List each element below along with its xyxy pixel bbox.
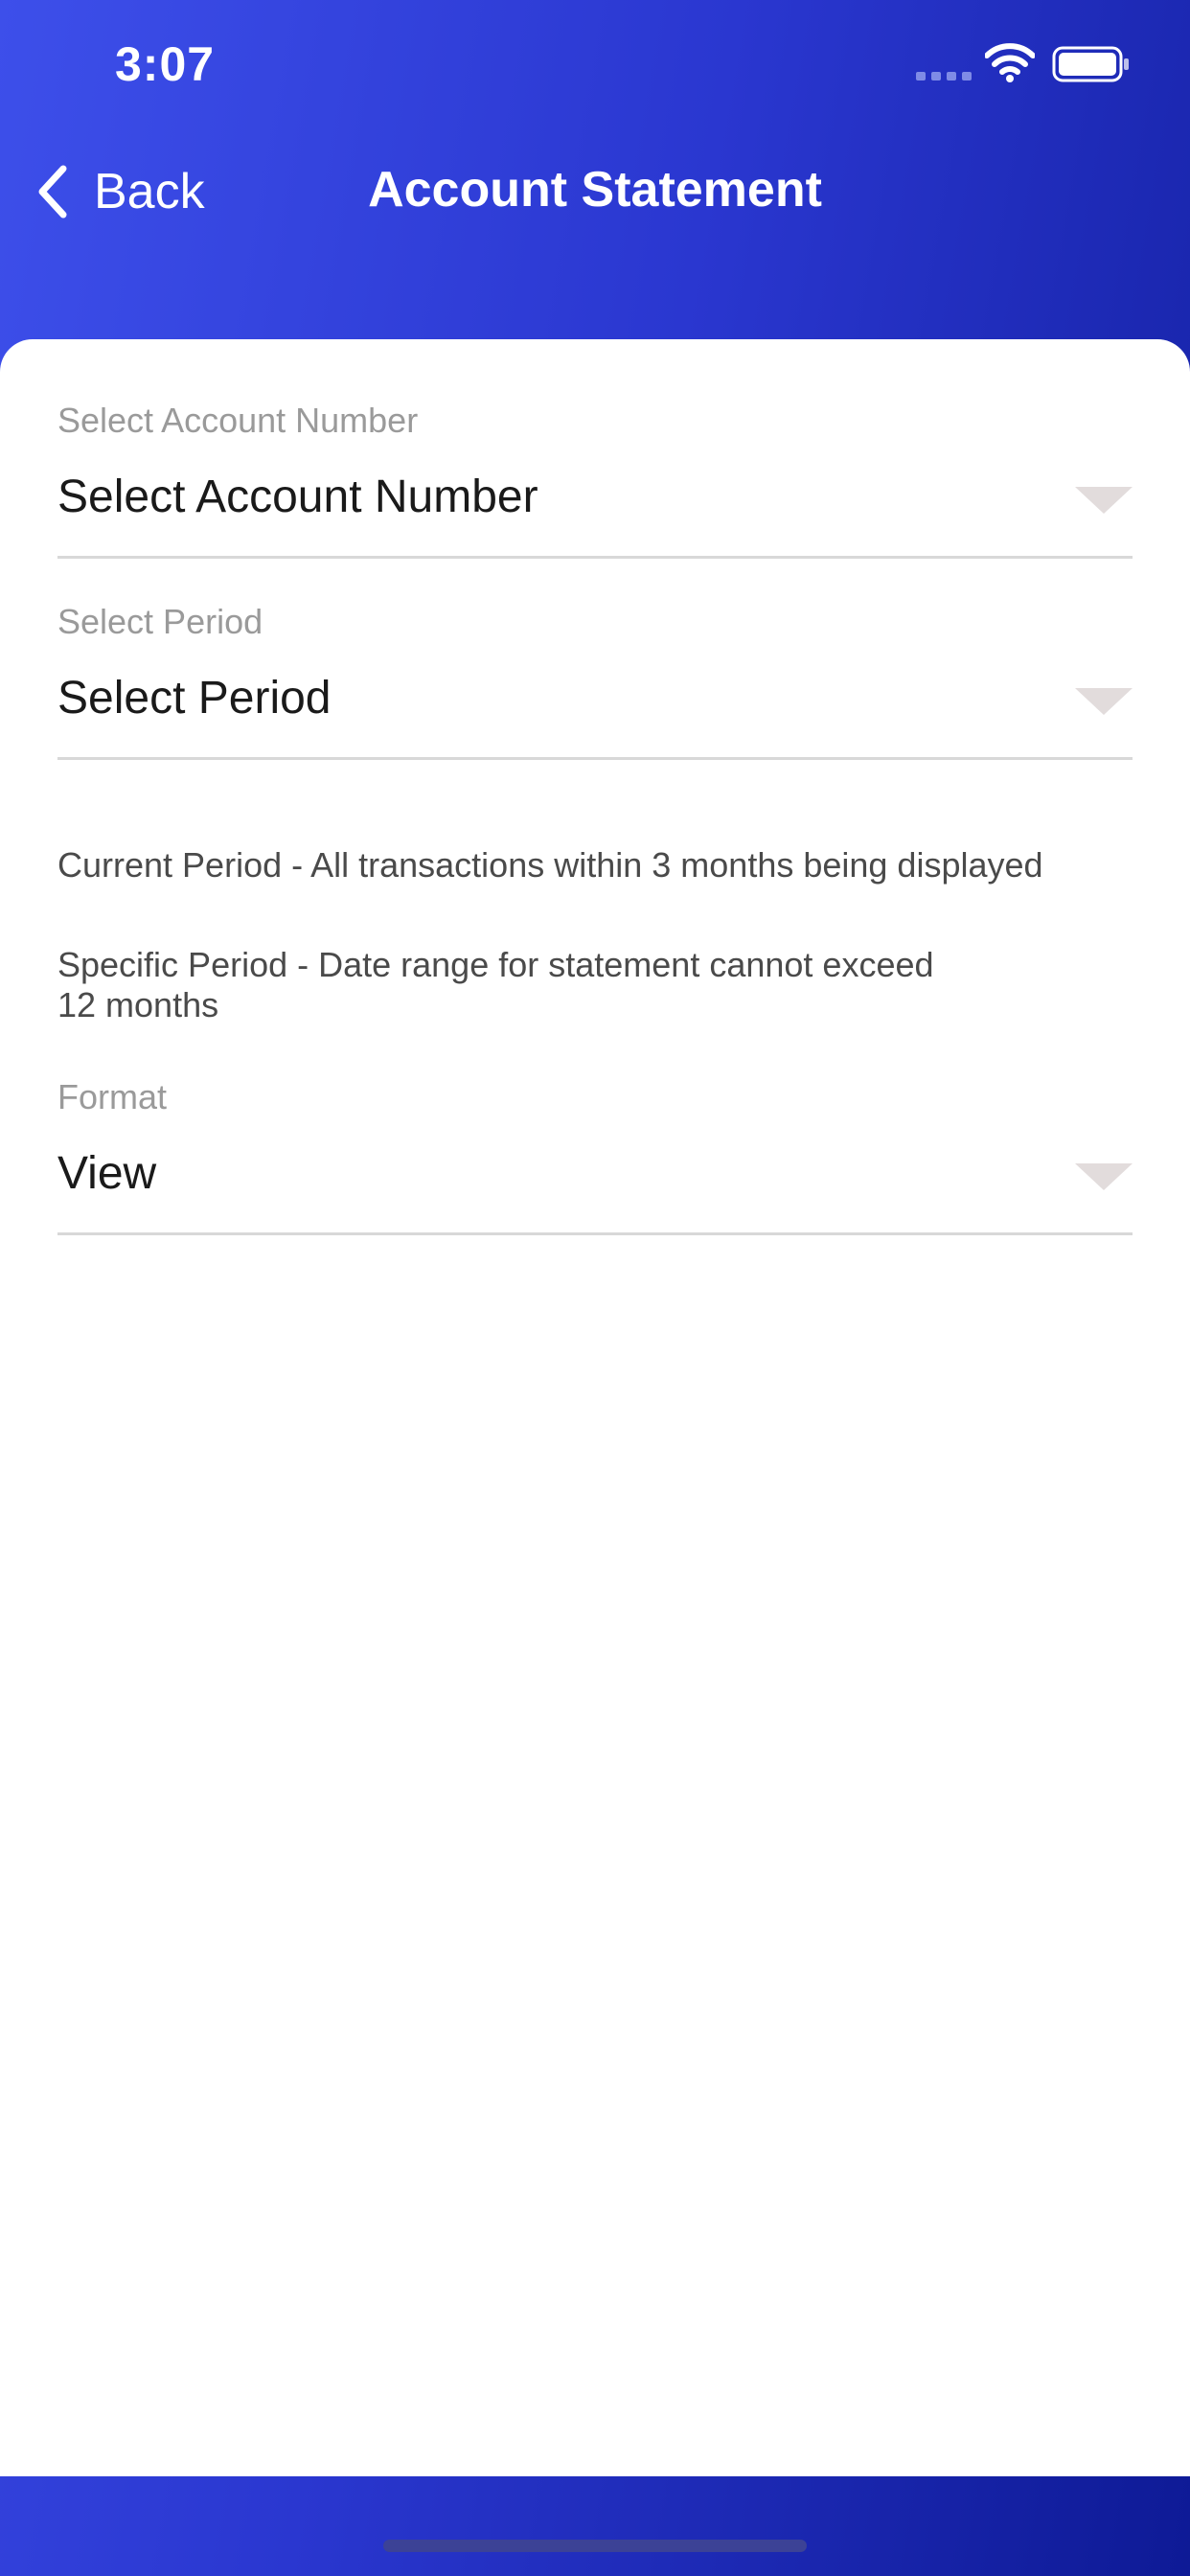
dropdown-triangle-icon (1075, 487, 1133, 514)
page-title: Account Statement (368, 162, 822, 218)
wifi-icon (985, 43, 1035, 82)
navigation-bar: Back Account Statement (0, 134, 1190, 249)
cellular-signal-icon (916, 72, 972, 80)
format-select[interactable]: View (57, 1142, 1133, 1235)
specific-period-info-line2: 12 months (57, 985, 219, 1024)
account-number-select[interactable]: Select Account Number (57, 466, 1133, 559)
account-number-label: Select Account Number (57, 401, 419, 440)
specific-period-info: Specific Period - Date range for stateme… (57, 945, 1150, 1025)
status-time: 3:07 (115, 37, 216, 91)
account-number-value: Select Account Number (57, 472, 538, 522)
period-value: Select Period (57, 673, 332, 724)
status-bar: 3:07 (0, 0, 1190, 134)
dropdown-triangle-icon (1075, 1163, 1133, 1190)
content-card: Select Account Number Select Account Num… (0, 339, 1190, 2476)
format-value: View (57, 1148, 157, 1199)
battery-full-icon (1052, 46, 1129, 82)
current-period-info: Current Period - All transactions within… (57, 845, 1043, 885)
specific-period-info-line1: Specific Period - Date range for stateme… (57, 945, 934, 984)
format-label: Format (57, 1077, 168, 1116)
dropdown-triangle-icon (1075, 688, 1133, 715)
home-indicator[interactable] (383, 2540, 807, 2552)
period-select[interactable]: Select Period (57, 667, 1133, 760)
bottom-bar (0, 2476, 1190, 2576)
period-label: Select Period (57, 602, 263, 641)
